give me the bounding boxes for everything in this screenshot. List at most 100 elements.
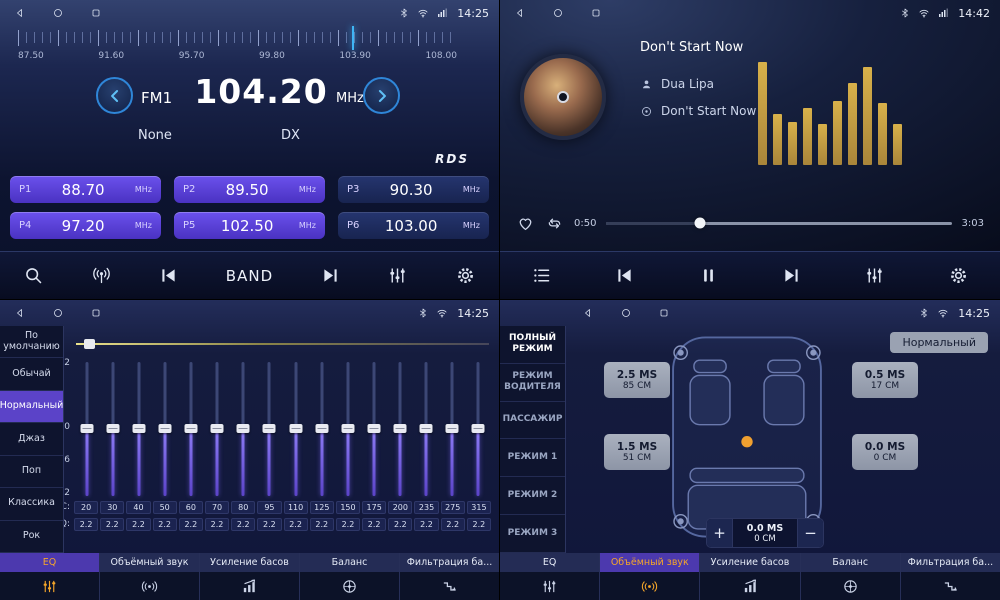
- nav-recents-icon[interactable]: [590, 7, 602, 19]
- nav-home-icon[interactable]: [52, 307, 64, 319]
- tab-filter[interactable]: Фильтрация ба...: [400, 553, 499, 600]
- delay-decrease-button[interactable]: −: [797, 519, 823, 547]
- master-slider-handle[interactable]: [84, 339, 95, 349]
- eq-slider-handle[interactable]: [315, 424, 328, 433]
- radio-preset-p5[interactable]: P5102.50MHz: [174, 212, 325, 239]
- eq-band-slider[interactable]: [152, 362, 178, 496]
- front-right-delay-button[interactable]: 0.5 MS 17 CM: [852, 362, 918, 398]
- eq-slider-handle[interactable]: [393, 424, 406, 433]
- radio-preset-p4[interactable]: P497.20MHz: [10, 212, 161, 239]
- eq-preset-item[interactable]: По умолчанию: [0, 326, 63, 358]
- eq-band-slider[interactable]: [465, 362, 491, 496]
- frequency-scale[interactable]: 87.50 91.60 95.70 99.80 103.90 108.00: [18, 30, 457, 68]
- tab-bass-boost[interactable]: Усиление басов: [700, 553, 800, 600]
- favorite-button[interactable]: [516, 214, 535, 233]
- nav-home-icon[interactable]: [552, 7, 564, 19]
- eq-band-slider[interactable]: [178, 362, 204, 496]
- seek-knob[interactable]: [694, 218, 705, 229]
- band-button[interactable]: BAND: [226, 267, 273, 285]
- pause-button[interactable]: [698, 265, 719, 286]
- radio-preset-p2[interactable]: P289.50MHz: [174, 176, 325, 203]
- eq-slider-handle[interactable]: [81, 424, 94, 433]
- radio-preset-p1[interactable]: P188.70MHz: [10, 176, 161, 203]
- nav-back-icon[interactable]: [514, 7, 526, 19]
- eq-slider-handle[interactable]: [237, 424, 250, 433]
- eq-band-slider[interactable]: [204, 362, 230, 496]
- eq-slider-handle[interactable]: [367, 424, 380, 433]
- eq-band-slider[interactable]: [387, 362, 413, 496]
- repeat-button[interactable]: [545, 214, 564, 233]
- eq-slider-handle[interactable]: [341, 424, 354, 433]
- settings-button[interactable]: [455, 265, 476, 286]
- eq-preset-item[interactable]: Поп: [0, 456, 63, 488]
- eq-band-slider[interactable]: [230, 362, 256, 496]
- eq-band-slider[interactable]: [335, 362, 361, 496]
- next-track-button[interactable]: [781, 265, 802, 286]
- eq-band-slider[interactable]: [439, 362, 465, 496]
- surround-mode-item[interactable]: ПОЛНЫЙ РЕЖИМ: [500, 326, 565, 364]
- tab-balance[interactable]: Баланс: [300, 553, 400, 600]
- search-button[interactable]: [23, 265, 44, 286]
- nav-recents-icon[interactable]: [90, 7, 102, 19]
- playlist-button[interactable]: [531, 265, 552, 286]
- eq-preset-item[interactable]: Нормальный: [0, 391, 63, 423]
- eq-band-slider[interactable]: [126, 362, 152, 496]
- tab-bass-boost[interactable]: Усиление басов: [200, 553, 300, 600]
- surround-mode-item[interactable]: РЕЖИМ ВОДИТЕЛЯ: [500, 364, 565, 402]
- nav-home-icon[interactable]: [52, 7, 64, 19]
- prev-station-button[interactable]: [158, 265, 179, 286]
- broadcast-scan-button[interactable]: [91, 265, 112, 286]
- eq-settings-button[interactable]: [864, 265, 885, 286]
- eq-preset-item[interactable]: Рок: [0, 521, 63, 553]
- radio-preset-p3[interactable]: P390.30MHz: [338, 176, 489, 203]
- eq-slider-handle[interactable]: [107, 424, 120, 433]
- nav-back-icon[interactable]: [14, 7, 26, 19]
- tune-down-button[interactable]: [96, 77, 133, 114]
- eq-slider-handle[interactable]: [185, 424, 198, 433]
- delay-increase-button[interactable]: +: [707, 519, 733, 547]
- sound-profile-button[interactable]: Нормальный: [890, 332, 988, 353]
- nav-home-icon[interactable]: [620, 307, 632, 319]
- eq-band-slider[interactable]: [283, 362, 309, 496]
- tab-eq[interactable]: EQ: [500, 553, 600, 600]
- seek-bar[interactable]: [606, 222, 951, 225]
- tab-surround-sound[interactable]: Объёмный звук: [600, 553, 700, 600]
- surround-mode-item[interactable]: ПАССАЖИР: [500, 402, 565, 440]
- nav-recents-icon[interactable]: [658, 307, 670, 319]
- eq-slider-handle[interactable]: [445, 424, 458, 433]
- nav-back-icon[interactable]: [582, 307, 594, 319]
- eq-slider-handle[interactable]: [159, 424, 172, 433]
- tab-eq[interactable]: EQ: [0, 553, 100, 600]
- tune-up-button[interactable]: [363, 77, 400, 114]
- eq-slider-handle[interactable]: [289, 424, 302, 433]
- eq-preset-item[interactable]: Обычай: [0, 358, 63, 390]
- eq-band-slider[interactable]: [100, 362, 126, 496]
- eq-band-slider[interactable]: [309, 362, 335, 496]
- eq-preset-item[interactable]: Классика: [0, 488, 63, 520]
- tab-filter[interactable]: Фильтрация ба...: [901, 553, 1000, 600]
- eq-slider-handle[interactable]: [471, 424, 484, 433]
- eq-band-slider[interactable]: [256, 362, 282, 496]
- eq-band-slider[interactable]: [413, 362, 439, 496]
- eq-slider-handle[interactable]: [419, 424, 432, 433]
- tab-balance[interactable]: Баланс: [801, 553, 901, 600]
- eq-band-slider[interactable]: [361, 362, 387, 496]
- rear-left-delay-button[interactable]: 1.5 MS 51 CM: [604, 434, 670, 470]
- eq-slider-handle[interactable]: [211, 424, 224, 433]
- eq-slider-handle[interactable]: [133, 424, 146, 433]
- rear-right-delay-button[interactable]: 0.0 MS 0 CM: [852, 434, 918, 470]
- surround-mode-item[interactable]: РЕЖИМ 3: [500, 515, 565, 553]
- tab-surround-sound[interactable]: Объёмный звук: [100, 553, 200, 600]
- eq-band-slider[interactable]: [74, 362, 100, 496]
- eq-slider-handle[interactable]: [263, 424, 276, 433]
- nav-recents-icon[interactable]: [90, 307, 102, 319]
- next-station-button[interactable]: [320, 265, 341, 286]
- radio-preset-p6[interactable]: P6103.00MHz: [338, 212, 489, 239]
- front-left-delay-button[interactable]: 2.5 MS 85 CM: [604, 362, 670, 398]
- surround-mode-item[interactable]: РЕЖИМ 2: [500, 477, 565, 515]
- surround-mode-item[interactable]: РЕЖИМ 1: [500, 439, 565, 477]
- settings-button[interactable]: [948, 265, 969, 286]
- eq-preset-item[interactable]: Джаз: [0, 423, 63, 455]
- master-slider[interactable]: [76, 338, 489, 350]
- nav-back-icon[interactable]: [14, 307, 26, 319]
